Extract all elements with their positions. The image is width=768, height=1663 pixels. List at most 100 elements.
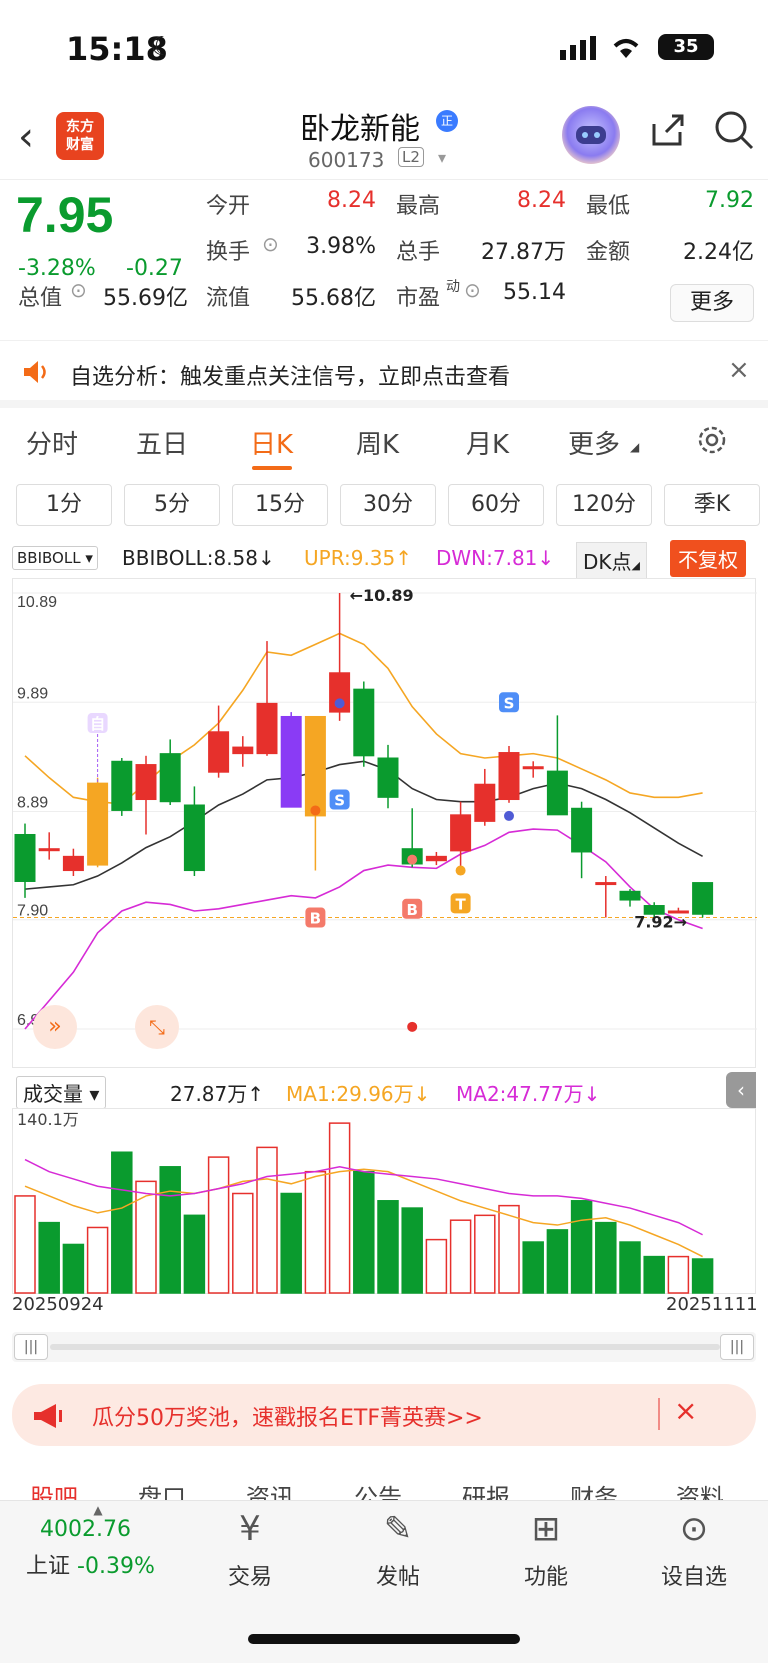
arrow-up-icon: ▲ [93,1503,103,1517]
l2-badge[interactable]: L2 [398,147,424,167]
candle-body [692,882,714,915]
period-quarter-k[interactable]: 季K [664,484,760,526]
candle-body [232,746,254,755]
banner-text: 瓜分50万奖池，速戳报名ETF菁英赛>> [92,1406,483,1431]
volume-bar [38,1221,60,1294]
period-1min[interactable]: 1分 [16,484,112,526]
candle-body [280,715,302,808]
kline-chart[interactable]: 10.89 9.89 8.89 7.90 6.90 ←10.89 7.92→ 自 S S B B T »… [12,578,757,1068]
close-icon[interactable]: × [674,1394,697,1427]
expand-icon[interactable]: ⤡ [135,1005,179,1049]
tab-five-day[interactable]: 五日 [136,424,188,461]
post-button[interactable]: ✎ 发帖 [338,1501,458,1591]
current-dot [407,1021,418,1032]
more-quote-button[interactable]: 更多 [670,284,754,322]
candle-body [522,766,544,770]
info-icon[interactable]: ⊙ [70,278,87,302]
volume-bar [86,1226,109,1294]
chart-tabs: 分时 五日 日K 周K 月K 更多 ◢ [0,412,768,474]
stock-name[interactable]: 卧龙新能 [300,104,420,148]
float-label: 流值 [206,286,251,311]
candle-body [498,752,520,801]
tab-guba[interactable]: 股吧 [30,1478,78,1500]
indicator-select[interactable]: BBIBOLL ▾ [12,546,98,570]
volume-bar [570,1200,593,1294]
low-label: 最低 [586,194,631,219]
chart-scrollbar[interactable]: ||| ||| [12,1332,756,1362]
tab-pankou[interactable]: 盘口 [138,1478,186,1500]
volume-chart[interactable]: 140.1万 [12,1108,756,1294]
scroll-left-handle[interactable]: ||| [14,1334,48,1360]
tab-announcements[interactable]: 公告 [354,1478,402,1500]
app-logo[interactable]: 东方 财富 [56,112,104,160]
wifi-icon [610,34,642,64]
info-tabs: 股吧 盘口 资讯 公告 研报 财务 资料 [0,1460,768,1500]
functions-button[interactable]: ⊞ 功能 [486,1501,606,1591]
period-30min[interactable]: 30分 [340,484,436,526]
volume-select[interactable]: 成交量 ▾ [16,1076,107,1109]
search-icon[interactable] [712,108,756,156]
ai-assistant-avatar[interactable] [562,106,620,164]
tab-intraday[interactable]: 分时 [26,424,78,461]
index-ticker[interactable]: ▲ 4002.76 上证 -0.39% [18,1503,178,1580]
analysis-alert[interactable]: 自选分析：触发重点关注信号，立即点击查看 × [0,340,768,408]
tab-more[interactable]: 更多 [568,424,620,461]
volume-bar [667,1255,690,1294]
tab-news[interactable]: 资讯 [246,1478,294,1500]
chevron-down-icon[interactable]: ▾ [438,148,446,167]
home-indicator [248,1634,520,1644]
info-icon[interactable]: ⊙ [464,278,481,302]
volume-bar [256,1146,278,1294]
tab-monthly-k[interactable]: 月K [466,424,509,461]
tab-profile[interactable]: 资料 [676,1478,724,1500]
volume-bar [546,1229,569,1294]
sell-tag-1: S [334,792,345,810]
volume-bar [328,1122,351,1294]
signal-dot [310,805,321,816]
signal-dot [334,698,345,709]
period-120min[interactable]: 120分 [556,484,652,526]
volume-bar [207,1156,230,1294]
kline-svg: 10.899.898.897.906.90←10.897.92→自SSB B T [13,586,757,1032]
promo-banner[interactable]: 瓜分50万奖池，速戳报名ETF菁英赛>> × [12,1384,756,1446]
end-date: 20251111 [666,1294,758,1315]
back-icon[interactable]: ‹ [18,114,34,160]
scroll-right-handle[interactable]: ||| [720,1334,754,1360]
dk-point-button[interactable]: DK点◢ [576,542,647,579]
tab-weekly-k[interactable]: 周K [356,424,399,461]
candle-body [595,882,617,886]
volume-bar [522,1241,544,1294]
info-icon[interactable]: ⊙ [262,232,279,256]
candle-body [38,848,60,852]
add-watchlist-button[interactable]: ⊙ 设自选 [634,1501,754,1591]
battery-icon: 35 [658,34,714,60]
collapse-panel-icon[interactable]: ‹ [726,1072,756,1108]
volume-bar [353,1170,375,1294]
gear-icon[interactable] [694,422,730,462]
close-icon[interactable]: × [728,355,750,385]
candle-body [256,702,278,755]
volume-svg: 140.1万 [14,1110,714,1294]
tab-daily-k[interactable]: 日K [250,424,293,461]
volume-bar [135,1180,157,1294]
trade-button[interactable]: ¥ 交易 [190,1501,310,1591]
volume-bar [595,1221,617,1294]
volume-bar [304,1170,327,1294]
quote-panel: 7.95 -3.28% -0.27 今开 8.24 最高 8.24 最低 7.9… [0,180,768,338]
period-60min[interactable]: 60分 [448,484,544,526]
adjust-button[interactable]: 不复权 [670,540,746,577]
share-icon[interactable] [648,110,688,154]
tab-research[interactable]: 研报 [462,1478,510,1500]
high-value: 8.24 [517,188,566,213]
double-chevron-icon[interactable]: » [33,1005,77,1049]
status-bar: 15:18 ☾ 35 [0,0,768,100]
open-label: 今开 [206,194,251,219]
start-date: 20250924 [12,1294,104,1315]
candle-body [450,814,472,852]
period-15min[interactable]: 15分 [232,484,328,526]
tab-finance[interactable]: 财务 [570,1478,618,1500]
vol-ma1-value: MA1:29.96万↓ [286,1082,431,1106]
turnover-label: 换手 [206,240,251,265]
period-5min[interactable]: 5分 [124,484,220,526]
speaker-icon [20,357,50,391]
